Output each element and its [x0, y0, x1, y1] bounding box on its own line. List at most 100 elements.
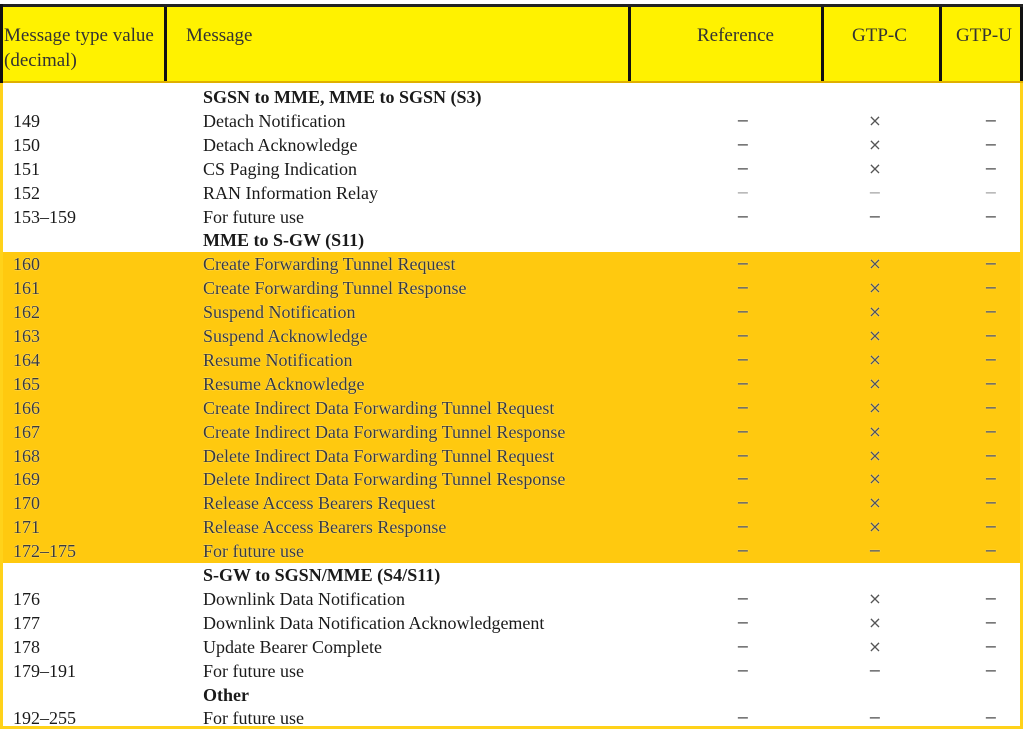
message-name: Release Access Bearers Response [203, 517, 447, 538]
reference-mark: − [736, 349, 750, 369]
section-header-row: SGSN to MME, MME to SGSN (S3) [3, 85, 1020, 109]
reference-mark: − [736, 421, 750, 441]
gtp-u-mark: − [984, 421, 998, 441]
reference-mark: − [736, 588, 750, 608]
message-name: Release Access Bearers Request [203, 493, 436, 514]
gtp-u-mark: − [984, 278, 998, 298]
gtp-c-mark: × [868, 134, 882, 154]
reference-mark: − [736, 493, 750, 513]
section-header-row: S-GW to SGSN/MME (S4/S11) [3, 563, 1020, 587]
table-left-border [0, 4, 3, 83]
gtp-c-mark: × [868, 493, 882, 513]
table-row: 153–159 For future use − − − [3, 205, 1020, 229]
gtp-u-mark: − [984, 110, 998, 130]
gtp-u-mark: − [984, 517, 998, 537]
message-name: For future use [203, 660, 304, 681]
reference-mark: − [736, 206, 750, 226]
reference-mark: − [736, 541, 750, 561]
table-row: 192–255 For future use − − − [3, 706, 1020, 730]
gtp-c-mark: × [868, 612, 882, 632]
message-type-value: 160 [13, 254, 40, 275]
gtp-u-mark: − [984, 636, 998, 656]
message-name: Create Forwarding Tunnel Response [203, 278, 467, 299]
reference-mark: − [736, 660, 750, 680]
message-type-value: 177 [13, 612, 40, 633]
reference-mark: − [736, 110, 750, 130]
message-type-value: 192–255 [13, 708, 76, 729]
table-row: 171 Release Access Bearers Response − × − [3, 515, 1020, 540]
message-type-value: 168 [13, 445, 40, 466]
table-row: 164 Resume Notification − × − [3, 347, 1020, 372]
gtp-c-mark: − [868, 708, 882, 728]
header-gtp-u: GTP-U [939, 7, 1023, 81]
reference-mark: − [736, 158, 750, 178]
section-title: S-GW to SGSN/MME (S4/S11) [203, 565, 441, 585]
gtp-c-mark: × [868, 349, 882, 369]
gtp-u-mark: − [984, 493, 998, 513]
message-type-value: 161 [13, 278, 40, 299]
gtp-c-mark: × [868, 445, 882, 465]
message-type-value: 169 [13, 469, 40, 490]
reference-mark: − [736, 278, 750, 298]
table-row: 166 Create Indirect Data Forwarding Tunne… [3, 395, 1020, 420]
message-type-value: 149 [13, 110, 40, 131]
message-name: Delete Indirect Data Forwarding Tunnel R… [203, 445, 555, 466]
message-type-value: 165 [13, 373, 40, 394]
header-reference: Reference [628, 7, 821, 81]
message-type-value: 167 [13, 421, 40, 442]
gtp-c-mark: × [868, 278, 882, 298]
header-type-value: Message type value (decimal) [4, 25, 154, 71]
message-name: Downlink Data Notification [203, 588, 405, 609]
message-name: For future use [203, 206, 304, 227]
gtp-u-mark: − [984, 206, 998, 226]
table-row: 172–175 For future use − − − [3, 539, 1020, 564]
message-name: Suspend Notification [203, 302, 356, 323]
reference-mark: − [736, 397, 750, 417]
message-name: Detach Notification [203, 110, 346, 131]
reference-mark: − [736, 254, 750, 274]
gtp-c-mark: − [868, 206, 882, 226]
reference-mark: − [736, 445, 750, 465]
message-name: RAN Information Relay [203, 182, 378, 203]
gtp-c-mark: × [868, 302, 882, 322]
reference-mark: − [736, 302, 750, 322]
table-row: 167 Create Indirect Data Forwarding Tunne… [3, 419, 1020, 444]
table-body: SGSN to MME, MME to SGSN (S3) 149 Detach N… [0, 83, 1023, 729]
gtp-u-mark: − [984, 588, 998, 608]
gtp-c-mark: × [868, 373, 882, 393]
gtp-u-mark: − [984, 469, 998, 489]
table-row: 151 CS Paging Indication − × − [3, 157, 1020, 181]
section-header-row: MME to S-GW (S11) [3, 228, 1020, 252]
gtp-c-mark: × [868, 517, 882, 537]
gtp-u-mark: − [984, 349, 998, 369]
reference-mark: − [736, 134, 750, 154]
message-type-value: 164 [13, 349, 40, 370]
table-row: 168 Delete Indirect Data Forwarding Tunne… [3, 443, 1020, 468]
header-gtp-c: GTP-C [821, 7, 939, 81]
gtp-c-mark: × [868, 636, 882, 656]
gtp-c-mark: × [868, 158, 882, 178]
message-name: Resume Notification [203, 349, 353, 370]
gtp-u-mark: − [984, 158, 998, 178]
gtp-u-mark: − [984, 182, 998, 202]
gtp-c-mark: − [868, 182, 882, 202]
message-type-value: 171 [13, 517, 40, 538]
message-name: CS Paging Indication [203, 158, 357, 179]
message-type-value: 179–191 [13, 660, 76, 681]
message-name: For future use [203, 541, 304, 562]
message-name: For future use [203, 708, 304, 729]
gtp-c-mark: × [868, 397, 882, 417]
message-type-value: 170 [13, 493, 40, 514]
reference-mark: − [736, 636, 750, 656]
gtp-u-mark: − [984, 660, 998, 680]
header-message: Message [164, 7, 628, 81]
gtp-c-mark: × [868, 326, 882, 345]
table-row: 177 Downlink Data Notification Acknowledg… [3, 611, 1020, 635]
table-row: 160 Create Forwarding Tunnel Request − × − [3, 252, 1020, 277]
gtp-u-mark: − [984, 708, 998, 728]
reference-mark: − [736, 517, 750, 537]
gtp-c-mark: × [868, 469, 882, 489]
message-type-value: 176 [13, 588, 40, 609]
message-name: Downlink Data Notification Acknowledgeme… [203, 612, 545, 633]
message-name: Create Indirect Data Forwarding Tunnel R… [203, 397, 555, 418]
